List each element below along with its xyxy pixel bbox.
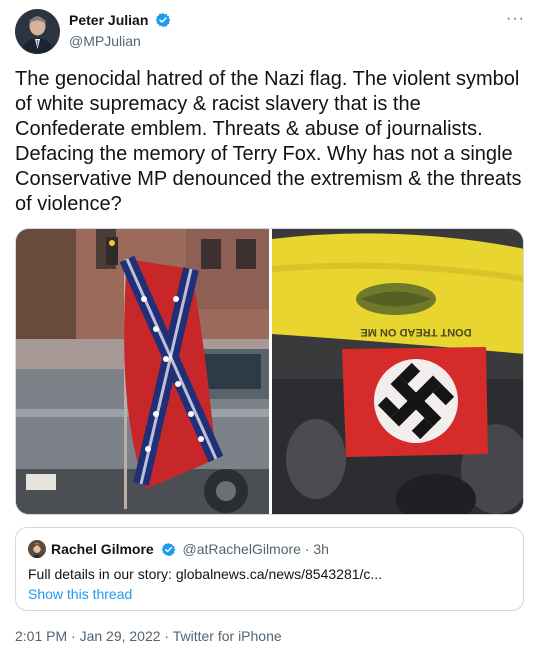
author-name-text[interactable]: Peter Julian: [69, 12, 148, 28]
tweet-text: The genocidal hatred of the Nazi flag. T…: [15, 68, 522, 215]
gadsden-flag-text: DONT TREAD ON ME: [360, 326, 471, 338]
quoted-handle-time: @atRachelGilmore · 3h: [182, 541, 329, 557]
quoted-verified-badge-icon: [161, 542, 176, 560]
photo-nazi-flag[interactable]: DONT TREAD ON ME: [271, 229, 524, 515]
tweet-media[interactable]: DONT TREAD ON ME: [15, 228, 524, 515]
quoted-author-name[interactable]: Rachel Gilmore: [51, 541, 154, 557]
tweet: Peter Julian @MPJulian ··· The genocidal…: [0, 0, 545, 654]
quoted-tweet[interactable]: Rachel Gilmore @atRachelGilmore · 3h Ful…: [15, 527, 524, 611]
author-handle[interactable]: @MPJulian: [69, 33, 141, 49]
author-name[interactable]: Peter Julian: [69, 12, 171, 31]
quoted-author-avatar[interactable]: [28, 540, 46, 558]
show-thread-link[interactable]: Show this thread: [28, 586, 132, 602]
tweet-timestamp[interactable]: 2:01 PM · Jan 29, 2022 · Twitter for iPh…: [15, 628, 282, 644]
quoted-text: Full details in our story: globalnews.ca…: [28, 566, 383, 582]
author-avatar[interactable]: [15, 9, 60, 54]
more-options-icon[interactable]: ···: [506, 10, 525, 28]
quoted-author[interactable]: Rachel Gilmore @atRachelGilmore · 3h: [51, 541, 329, 560]
photo-confederate-flag[interactable]: [16, 229, 269, 515]
verified-badge-icon: [155, 12, 171, 31]
